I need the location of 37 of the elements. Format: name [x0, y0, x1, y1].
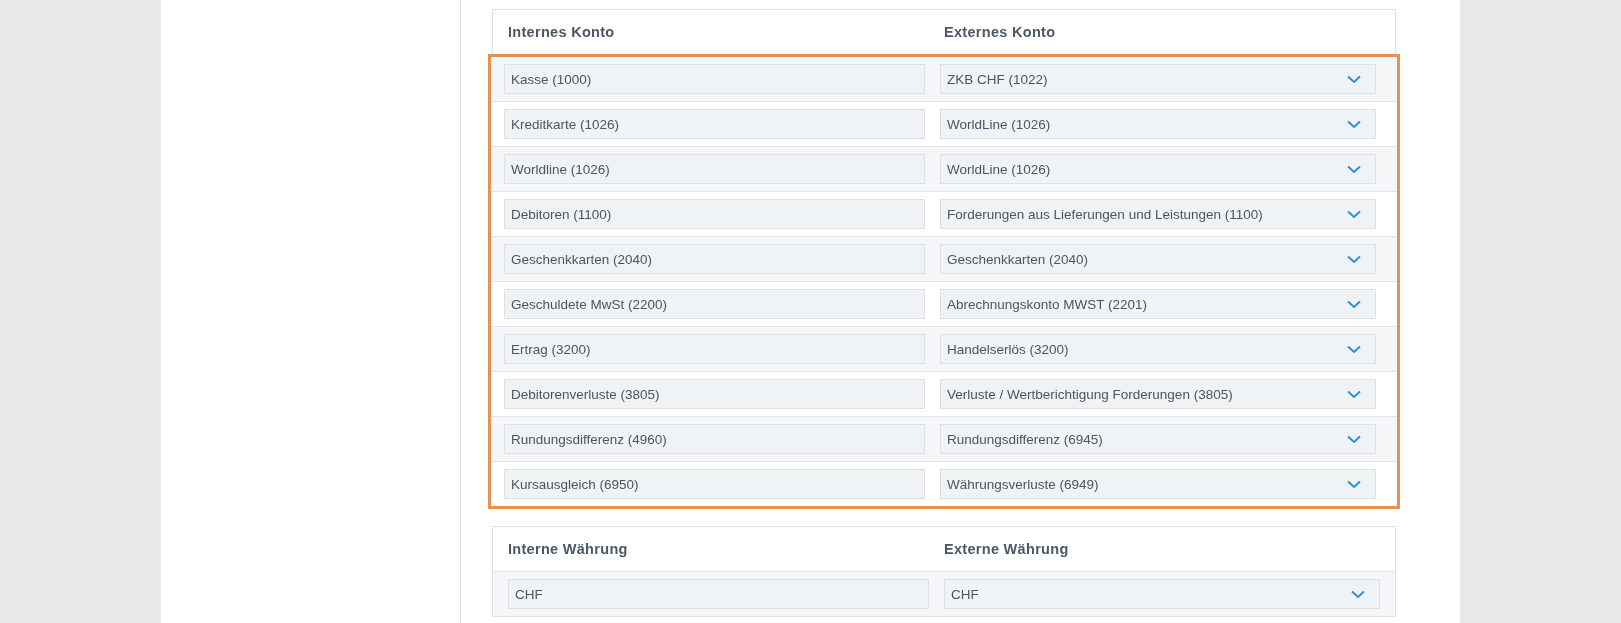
column-header: Interne Währung — [508, 541, 629, 557]
internal-account-field[interactable]: Kursausgleich (6950) — [504, 469, 925, 499]
external-account-select[interactable]: WorldLine (1026) — [940, 109, 1376, 139]
chevron-down-icon — [1347, 164, 1361, 174]
external-account-select[interactable]: Verluste / Wertberichtigung Forderungen (3805) — [940, 379, 1376, 409]
internal-account-field[interactable]: Debitorenverluste (3805) — [504, 379, 925, 409]
chevron-down-icon — [1347, 74, 1361, 84]
chevron-down-icon — [1347, 119, 1361, 129]
chevron-down-icon — [1347, 434, 1361, 444]
chevron-down-icon — [1347, 299, 1361, 309]
internal-account-field[interactable]: Geschenkkarten (2040) — [504, 244, 925, 274]
internal-account-field[interactable]: Worldline (1026) — [504, 154, 925, 184]
external-account-select[interactable]: Währungsverluste (6949) — [940, 469, 1376, 499]
chevron-down-icon — [1347, 389, 1361, 399]
column-header: Externes Konto — [944, 24, 1057, 40]
external-account-select[interactable]: Abrechnungskonto MWST (2201) — [940, 289, 1376, 319]
column-header: Internes Konto — [508, 24, 616, 40]
internal-account-field[interactable]: Ertrag (3200) — [504, 334, 925, 364]
internal-account-field[interactable]: Geschuldete MwSt (2200) — [504, 289, 925, 319]
chevron-down-icon — [1351, 589, 1365, 599]
internal-account-field[interactable]: Kasse (1000) — [504, 64, 925, 94]
internal-account-field[interactable]: Debitoren (1100) — [504, 199, 925, 229]
chevron-down-icon — [1347, 479, 1361, 489]
external-account-select[interactable]: Handelserlös (3200) — [940, 334, 1376, 364]
external-account-select[interactable]: Rundungsdifferenz (6945) — [940, 424, 1376, 454]
external-account-select[interactable]: Geschenkkarten (2040) — [940, 244, 1376, 274]
external-account-select[interactable]: ZKB CHF (1022) — [940, 64, 1376, 94]
chevron-down-icon — [1347, 344, 1361, 354]
internal-account-field[interactable]: CHF — [508, 579, 929, 609]
internal-account-field[interactable]: Kreditkarte (1026) — [504, 109, 925, 139]
column-header: Externe Währung — [944, 541, 1070, 557]
internal-account-field[interactable]: Rundungsdifferenz (4960) — [504, 424, 925, 454]
external-account-select[interactable]: Forderungen aus Lieferungen und Leistungen (1100) — [940, 199, 1376, 229]
chevron-down-icon — [1347, 209, 1361, 219]
external-account-select[interactable]: WorldLine (1026) — [940, 154, 1376, 184]
chevron-down-icon — [1347, 254, 1361, 264]
external-account-select[interactable]: CHF — [944, 579, 1380, 609]
